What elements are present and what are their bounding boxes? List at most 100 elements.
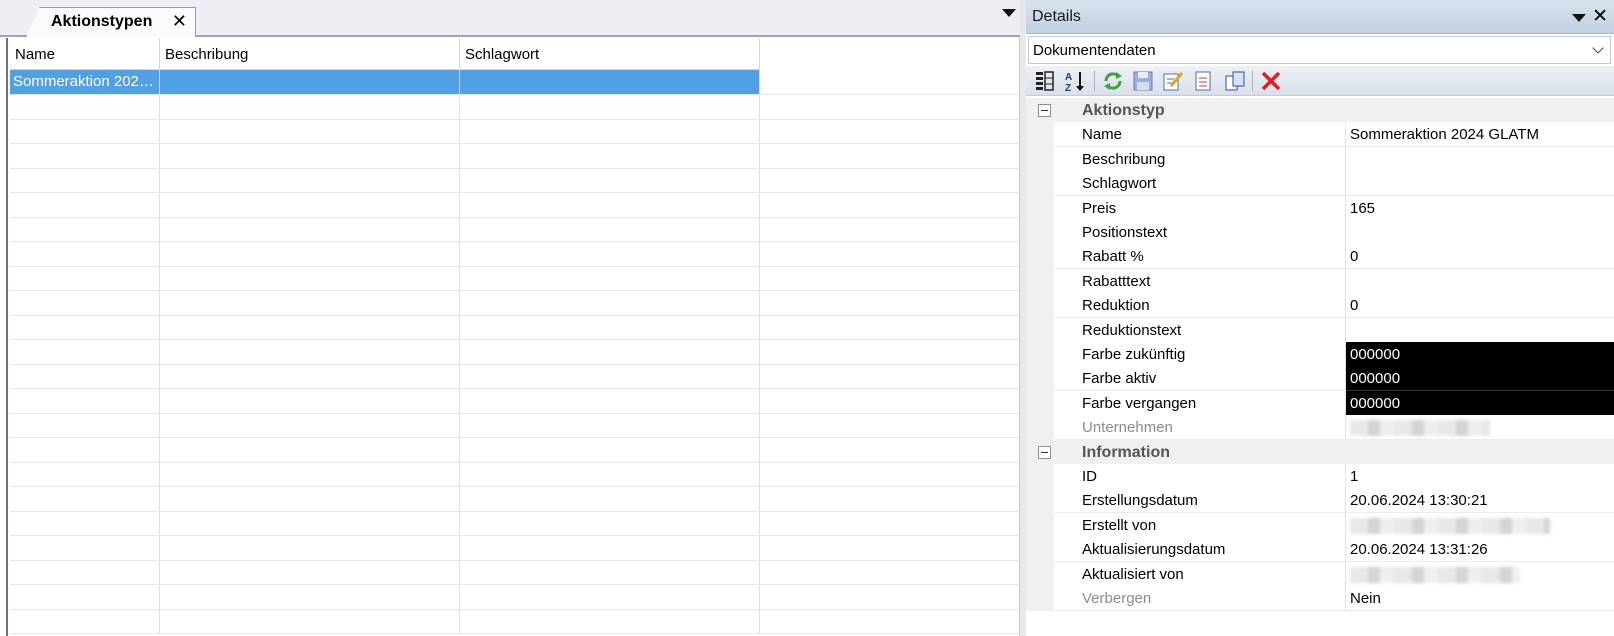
table-row[interactable]: [10, 609, 1019, 634]
cell-beschribung[interactable]: [160, 413, 460, 437]
cell-name[interactable]: Sommeraktion 202…: [10, 70, 160, 94]
table-row[interactable]: [10, 94, 1019, 120]
cell-schlagwort[interactable]: [460, 192, 760, 217]
property-row[interactable]: Rabatttext: [1026, 268, 1614, 294]
chevron-down-icon[interactable]: [1572, 14, 1586, 22]
property-value[interactable]: [1346, 268, 1614, 294]
column-header-beschribung[interactable]: Beschribung: [160, 38, 460, 70]
cell-beschribung[interactable]: [160, 119, 460, 143]
table-row[interactable]: [10, 486, 1019, 512]
cell-beschribung[interactable]: [160, 511, 460, 535]
copy-icon[interactable]: [1222, 69, 1248, 93]
cell-beschribung[interactable]: [160, 290, 460, 315]
cell-beschribung[interactable]: [160, 535, 460, 560]
property-row[interactable]: Farbe zukünftig 000000: [1026, 342, 1614, 367]
table-row[interactable]: Sommeraktion 202…: [10, 70, 1019, 95]
table-row[interactable]: [10, 266, 1019, 291]
property-value[interactable]: 000000: [1346, 366, 1614, 392]
cell-name[interactable]: [10, 119, 160, 143]
new-document-icon[interactable]: [1190, 69, 1216, 93]
property-row[interactable]: Beschribung: [1026, 146, 1614, 172]
property-value[interactable]: 165: [1346, 195, 1614, 221]
property-row[interactable]: Name Sommeraktion 2024 GLATM: [1026, 122, 1614, 148]
cell-beschribung[interactable]: [160, 217, 460, 241]
cell-schlagwort[interactable]: [460, 168, 760, 192]
cell-name[interactable]: [10, 168, 160, 192]
cell-name[interactable]: [10, 339, 160, 364]
property-value[interactable]: 0: [1346, 244, 1614, 270]
cell-schlagwort[interactable]: [460, 462, 760, 486]
refresh-icon[interactable]: [1100, 69, 1126, 93]
column-header-schlagwort[interactable]: Schlagwort: [460, 38, 760, 70]
cell-schlagwort[interactable]: [460, 437, 760, 462]
column-header-name[interactable]: Name: [10, 38, 160, 70]
cell-beschribung[interactable]: [160, 266, 460, 290]
category-information[interactable]: Information: [1026, 439, 1614, 465]
tab-list-dropdown-icon[interactable]: [1002, 9, 1016, 17]
table-row[interactable]: [10, 339, 1019, 365]
cell-name[interactable]: [10, 560, 160, 584]
cell-name[interactable]: [10, 192, 160, 217]
property-row[interactable]: Unternehmen: [1026, 415, 1614, 441]
property-value[interactable]: [1346, 146, 1614, 172]
cell-name[interactable]: [10, 437, 160, 462]
cell-beschribung[interactable]: [160, 462, 460, 486]
table-row[interactable]: [10, 584, 1019, 610]
cell-schlagwort[interactable]: [460, 217, 760, 241]
cell-name[interactable]: [10, 217, 160, 241]
property-value[interactable]: 20.06.2024 13:30:21: [1346, 488, 1614, 514]
property-row[interactable]: Reduktion 0: [1026, 293, 1614, 319]
save-icon[interactable]: [1130, 69, 1156, 93]
property-row[interactable]: Erstellt von: [1026, 512, 1614, 538]
categorized-view-icon[interactable]: [1032, 69, 1058, 93]
cell-schlagwort[interactable]: [460, 70, 760, 94]
property-row[interactable]: Rabatt % 0: [1026, 244, 1614, 270]
cell-beschribung[interactable]: [160, 192, 460, 217]
property-value[interactable]: [1346, 317, 1614, 343]
table-row[interactable]: [10, 217, 1019, 242]
cell-schlagwort[interactable]: [460, 290, 760, 315]
cell-schlagwort[interactable]: [460, 119, 760, 143]
table-row[interactable]: [10, 560, 1019, 585]
table-row[interactable]: [10, 119, 1019, 144]
cell-beschribung[interactable]: [160, 241, 460, 266]
table-row[interactable]: [10, 143, 1019, 169]
cell-schlagwort[interactable]: [460, 560, 760, 584]
property-value[interactable]: Sommeraktion 2024 GLATM: [1346, 122, 1614, 148]
chevron-down-icon[interactable]: [1592, 42, 1604, 54]
delete-icon[interactable]: [1258, 69, 1284, 93]
table-row[interactable]: [10, 535, 1019, 561]
cell-schlagwort[interactable]: [460, 584, 760, 609]
property-row[interactable]: ID 1: [1026, 464, 1614, 489]
cell-schlagwort[interactable]: [460, 315, 760, 339]
cell-beschribung[interactable]: [160, 560, 460, 584]
cell-beschribung[interactable]: [160, 364, 460, 388]
cell-name[interactable]: [10, 535, 160, 560]
cell-schlagwort[interactable]: [460, 413, 760, 437]
cell-beschribung[interactable]: [160, 70, 460, 94]
cell-name[interactable]: [10, 315, 160, 339]
edit-icon[interactable]: [1160, 69, 1186, 93]
category-aktionstyp[interactable]: Aktionstyp: [1026, 98, 1614, 123]
property-row[interactable]: Aktualisiert von: [1026, 561, 1614, 587]
cell-beschribung[interactable]: [160, 388, 460, 413]
property-row[interactable]: Schlagwort: [1026, 171, 1614, 197]
property-row[interactable]: Positionstext: [1026, 220, 1614, 245]
table-row[interactable]: [10, 511, 1019, 536]
collapse-icon[interactable]: [1038, 445, 1051, 459]
cell-name[interactable]: [10, 609, 160, 633]
table-row[interactable]: [10, 315, 1019, 340]
cell-name[interactable]: [10, 388, 160, 413]
table-row[interactable]: [10, 388, 1019, 414]
cell-name[interactable]: [10, 486, 160, 511]
property-value[interactable]: 1: [1346, 464, 1614, 489]
property-value[interactable]: 000000: [1346, 390, 1614, 416]
cell-name[interactable]: [10, 241, 160, 266]
cell-schlagwort[interactable]: [460, 266, 760, 290]
table-row[interactable]: [10, 168, 1019, 193]
cell-schlagwort[interactable]: [460, 535, 760, 560]
close-icon[interactable]: ✕: [1592, 5, 1608, 28]
table-row[interactable]: [10, 241, 1019, 267]
cell-name[interactable]: [10, 364, 160, 388]
cell-schlagwort[interactable]: [460, 364, 760, 388]
